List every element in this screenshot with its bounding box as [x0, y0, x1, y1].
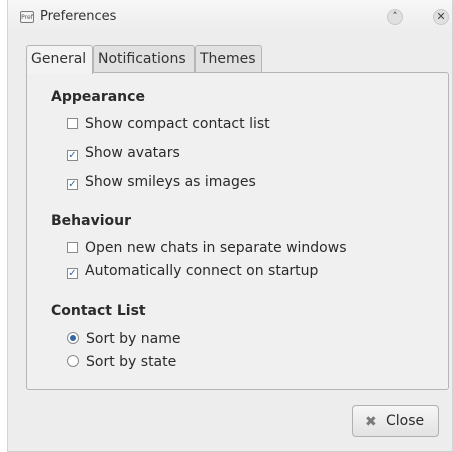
auto-connect-label: Automatically connect on startup — [85, 263, 319, 279]
separate-windows-option[interactable]: Open new chats in separate windows — [67, 239, 347, 257]
sort-by-name-label: Sort by name — [86, 331, 181, 347]
show-avatars-label: Show avatars — [85, 145, 180, 161]
preferences-icon: Pref — [20, 11, 34, 23]
tab-general[interactable]: General — [26, 45, 93, 74]
titlebar[interactable]: Pref Preferences ˄ ✕ — [8, 0, 452, 34]
sort-by-state-option[interactable]: Sort by state — [67, 353, 176, 371]
close-button[interactable]: ✖ Close — [352, 405, 439, 437]
smileys-as-images-checkbox[interactable]: ✓ — [67, 179, 78, 190]
window-title: Preferences — [40, 9, 117, 24]
close-icon: ✕ — [436, 10, 446, 23]
sort-by-name-option[interactable]: Sort by name — [67, 330, 180, 348]
sort-by-state-label: Sort by state — [86, 354, 177, 370]
smileys-as-images-option[interactable]: ✓ Show smileys as images — [67, 173, 256, 191]
smileys-as-images-label: Show smileys as images — [85, 174, 256, 190]
separate-windows-label: Open new chats in separate windows — [85, 240, 347, 256]
tab-notifications[interactable]: Notifications — [93, 45, 195, 72]
show-avatars-option[interactable]: ✓ Show avatars — [67, 144, 180, 162]
compact-contact-list-label: Show compact contact list — [85, 116, 270, 132]
general-panel: Appearance Show compact contact list ✓ Sh… — [26, 72, 449, 390]
chevron-up-icon: ˄ — [392, 10, 398, 23]
preferences-window: Pref Preferences ˄ ✕ General Notificatio… — [7, 0, 453, 452]
auto-connect-option[interactable]: ✓ Automatically connect on startup — [67, 262, 318, 280]
separate-windows-checkbox[interactable] — [67, 242, 78, 253]
appearance-heading: Appearance — [51, 89, 145, 105]
auto-connect-checkbox[interactable]: ✓ — [67, 268, 78, 279]
show-avatars-checkbox[interactable]: ✓ — [67, 150, 78, 161]
close-button-label: Close — [386, 413, 425, 429]
sort-by-name-radio[interactable] — [67, 332, 79, 344]
behaviour-heading: Behaviour — [51, 213, 131, 229]
tab-themes[interactable]: Themes — [195, 45, 262, 72]
compact-contact-list-option[interactable]: Show compact contact list — [67, 115, 270, 133]
close-icon: ✖ — [365, 414, 377, 430]
sort-by-state-radio[interactable] — [67, 355, 79, 367]
minimize-button[interactable]: ˄ — [387, 9, 403, 25]
close-window-button[interactable]: ✕ — [433, 9, 449, 25]
compact-contact-list-checkbox[interactable] — [67, 118, 78, 129]
contact-list-heading: Contact List — [51, 303, 146, 319]
